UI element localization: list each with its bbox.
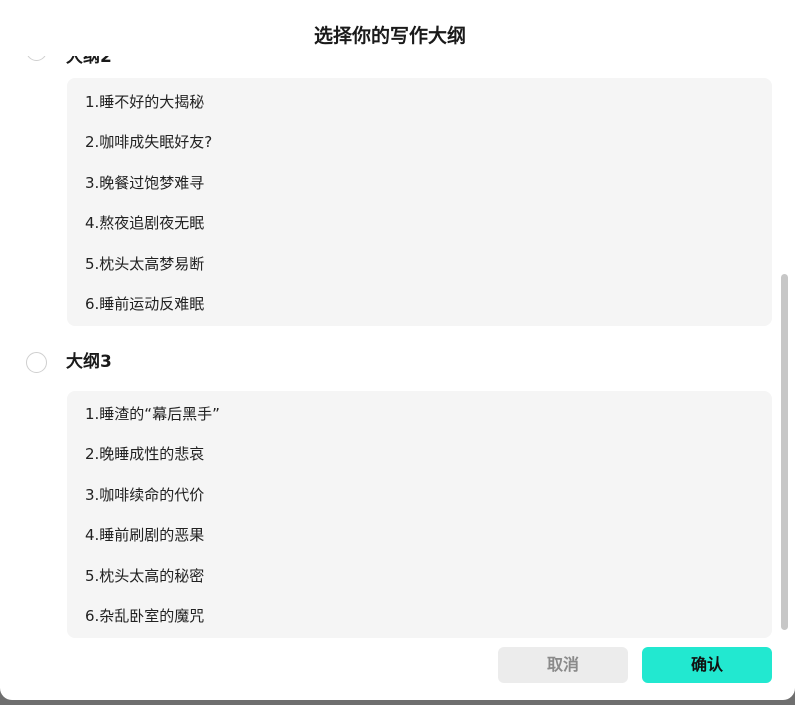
list-item: 1.睡渣的“幕后黑手”	[85, 405, 220, 423]
list-item: 5.枕头太高梦易断	[85, 255, 205, 273]
outline-3-title: 大纲3	[66, 352, 112, 372]
list-item: 5.枕头太高的秘密	[85, 567, 205, 585]
list-item: 6.睡前运动反难眠	[85, 295, 205, 313]
list-item: 4.睡前刷剧的恶果	[85, 526, 205, 544]
list-item: 2.晚睡成性的悲哀	[85, 445, 205, 463]
outline-scroll-area[interactable]: 大纲2 1.睡不好的大揭秘 2.咖啡成失眠好友? 3.晚餐过饱梦难寻 4.熬夜追…	[0, 56, 780, 638]
list-item: 1.睡不好的大揭秘	[85, 93, 205, 111]
list-item: 3.咖啡续命的代价	[85, 486, 205, 504]
dialog-title: 选择你的写作大纲	[313, 25, 466, 47]
outline-3-radio[interactable]	[26, 352, 47, 373]
scrollbar-thumb[interactable]	[781, 274, 788, 630]
outline-3-items-box: 1.睡渣的“幕后黑手” 2.晚睡成性的悲哀 3.咖啡续命的代价 4.睡前刷剧的恶…	[67, 391, 772, 638]
cancel-button[interactable]: 取消	[498, 647, 628, 683]
outline-2-title: 大纲2	[66, 56, 112, 67]
scrollbar[interactable]	[780, 56, 788, 638]
confirm-button[interactable]: 确认	[642, 647, 772, 683]
list-item: 2.咖啡成失眠好友?	[85, 133, 213, 151]
outline-2-items-box: 1.睡不好的大揭秘 2.咖啡成失眠好友? 3.晚餐过饱梦难寻 4.熬夜追剧夜无眠…	[67, 78, 772, 326]
list-item: 3.晚餐过饱梦难寻	[85, 174, 205, 192]
list-item: 6.杂乱卧室的魔咒	[85, 607, 205, 625]
list-item: 4.熬夜追剧夜无眠	[85, 214, 205, 232]
outline-select-dialog: 选择你的写作大纲 大纲2 1.睡不好的大揭秘 2.咖啡成失眠好友? 3.晚餐过饱…	[0, 0, 795, 700]
outline-2-radio[interactable]	[26, 56, 47, 61]
